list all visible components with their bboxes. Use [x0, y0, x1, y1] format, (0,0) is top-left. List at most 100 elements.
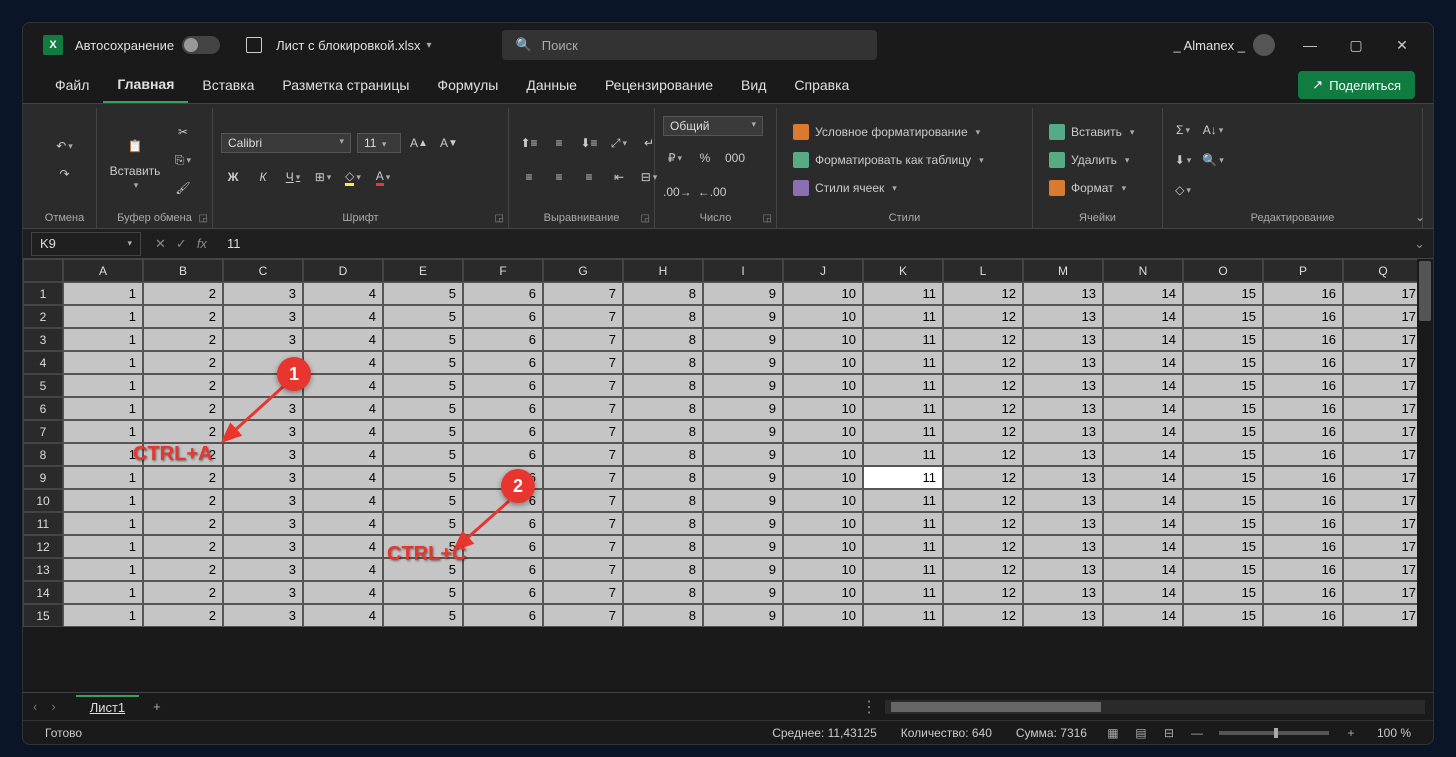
row-header[interactable]: 4	[23, 351, 63, 374]
cell[interactable]: 4	[303, 282, 383, 305]
cell[interactable]: 12	[943, 535, 1023, 558]
cell[interactable]: 5	[383, 581, 463, 604]
next-sheet-button[interactable]: ›	[51, 699, 55, 714]
cell[interactable]: 8	[623, 558, 703, 581]
cell[interactable]: 5	[383, 420, 463, 443]
font-color-button[interactable]: A▾	[371, 165, 395, 189]
redo-button[interactable]: ↷	[41, 162, 88, 186]
cell[interactable]: 12	[943, 489, 1023, 512]
cell[interactable]: 9	[703, 604, 783, 627]
percent-button[interactable]: %	[693, 146, 717, 170]
cell[interactable]: 4	[303, 328, 383, 351]
cell[interactable]: 12	[943, 512, 1023, 535]
minimize-button[interactable]: —	[1287, 30, 1333, 60]
orientation-button[interactable]: ⤢▾	[607, 131, 631, 155]
cell[interactable]: 2	[143, 535, 223, 558]
row-header[interactable]: 3	[23, 328, 63, 351]
cut-button[interactable]: ✂	[171, 120, 195, 144]
align-right-button[interactable]: ≡	[577, 165, 601, 189]
format-painter-button[interactable]: 🖌	[171, 176, 195, 200]
cell[interactable]: 7	[543, 604, 623, 627]
cell[interactable]: 14	[1103, 374, 1183, 397]
conditional-format-button[interactable]: Условное форматирование▾	[785, 120, 1024, 144]
cell[interactable]: 9	[703, 558, 783, 581]
cell[interactable]: 15	[1183, 535, 1263, 558]
cell[interactable]: 3	[223, 558, 303, 581]
cell[interactable]: 10	[783, 282, 863, 305]
column-header[interactable]: C	[223, 259, 303, 282]
cell[interactable]: 15	[1183, 305, 1263, 328]
align-center-button[interactable]: ≡	[547, 165, 571, 189]
cell[interactable]: 4	[303, 374, 383, 397]
cell[interactable]: 8	[623, 466, 703, 489]
cell[interactable]: 14	[1103, 466, 1183, 489]
column-header[interactable]: L	[943, 259, 1023, 282]
column-header[interactable]: P	[1263, 259, 1343, 282]
cell[interactable]: 3	[223, 512, 303, 535]
cell[interactable]: 1	[63, 604, 143, 627]
cell[interactable]: 11	[863, 328, 943, 351]
search-box[interactable]: 🔍 Поиск	[502, 30, 877, 60]
cell[interactable]: 4	[303, 581, 383, 604]
cell[interactable]: 13	[1023, 466, 1103, 489]
cell[interactable]: 10	[783, 420, 863, 443]
horizontal-scrollbar[interactable]	[885, 700, 1425, 714]
cell[interactable]: 8	[623, 397, 703, 420]
cell[interactable]: 3	[223, 328, 303, 351]
add-sheet-button[interactable]: +	[139, 699, 175, 714]
cell[interactable]: 1	[63, 512, 143, 535]
cell[interactable]: 16	[1263, 489, 1343, 512]
cell[interactable]: 7	[543, 535, 623, 558]
cell[interactable]: 13	[1023, 489, 1103, 512]
cell[interactable]: 1	[63, 581, 143, 604]
user-account[interactable]: _ Almanex _	[1173, 34, 1275, 56]
cell[interactable]: 4	[303, 305, 383, 328]
formula-input[interactable]: 11	[217, 236, 1406, 251]
cell[interactable]: 16	[1263, 558, 1343, 581]
cell[interactable]: 16	[1263, 305, 1343, 328]
italic-button[interactable]: К	[251, 165, 275, 189]
column-header[interactable]: Q	[1343, 259, 1423, 282]
cell[interactable]: 16	[1263, 512, 1343, 535]
cell[interactable]: 3	[223, 535, 303, 558]
cell[interactable]: 17	[1343, 374, 1423, 397]
autosum-button[interactable]: Σ▾	[1171, 118, 1195, 142]
cell[interactable]: 10	[783, 374, 863, 397]
column-header[interactable]: K	[863, 259, 943, 282]
cell[interactable]: 1	[63, 535, 143, 558]
cell[interactable]: 13	[1023, 397, 1103, 420]
column-header[interactable]: E	[383, 259, 463, 282]
page-layout-button[interactable]: ▤	[1127, 724, 1155, 742]
tab-вид[interactable]: Вид	[727, 67, 780, 103]
cell[interactable]: 10	[783, 443, 863, 466]
cell[interactable]: 16	[1263, 282, 1343, 305]
fx-icon[interactable]: fx	[193, 236, 211, 252]
cell[interactable]: 3	[223, 581, 303, 604]
cell[interactable]: 15	[1183, 604, 1263, 627]
cell[interactable]: 17	[1343, 581, 1423, 604]
decrease-decimal-button[interactable]: ←.00	[698, 180, 727, 204]
tab-разметка страницы[interactable]: Разметка страницы	[268, 67, 423, 103]
column-header[interactable]: B	[143, 259, 223, 282]
cell[interactable]: 6	[463, 328, 543, 351]
row-header[interactable]: 5	[23, 374, 63, 397]
share-button[interactable]: ↗ Поделиться	[1298, 71, 1415, 99]
column-header[interactable]: M	[1023, 259, 1103, 282]
clipboard-dialog-icon[interactable]: ◲	[199, 213, 208, 224]
cell[interactable]: 17	[1343, 512, 1423, 535]
cell[interactable]: 9	[703, 489, 783, 512]
page-break-button[interactable]: ⊟	[1155, 724, 1183, 742]
cell[interactable]: 8	[623, 535, 703, 558]
align-middle-button[interactable]: ≡	[547, 131, 571, 155]
cell[interactable]: 14	[1103, 351, 1183, 374]
cell[interactable]: 13	[1023, 282, 1103, 305]
format-cells-button[interactable]: Формат▾	[1041, 176, 1154, 200]
cell[interactable]: 16	[1263, 535, 1343, 558]
underline-button[interactable]: Ч▾	[281, 165, 305, 189]
cell[interactable]: 14	[1103, 581, 1183, 604]
row-header[interactable]: 15	[23, 604, 63, 627]
cell[interactable]: 8	[623, 489, 703, 512]
cell[interactable]: 7	[543, 489, 623, 512]
cell[interactable]: 17	[1343, 443, 1423, 466]
toggle-icon[interactable]	[182, 36, 220, 54]
